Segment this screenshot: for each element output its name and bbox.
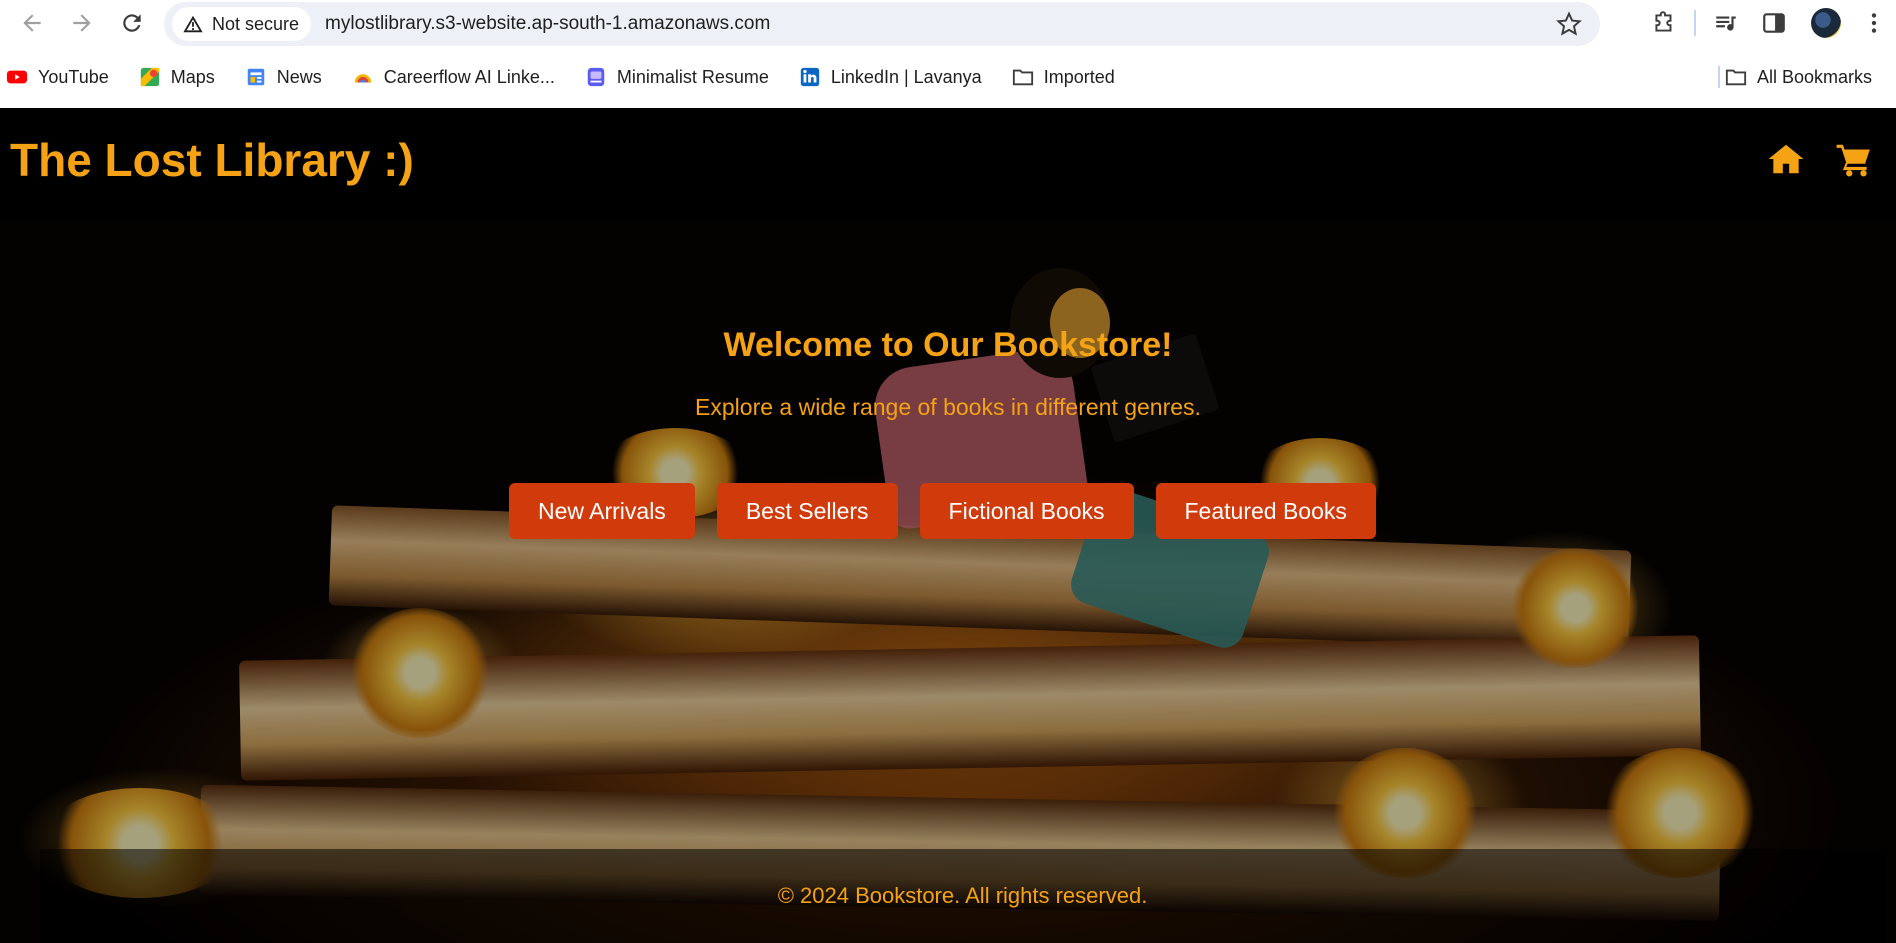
bookmark-careerflow[interactable]: Careerflow AI Linke...: [344, 59, 563, 95]
site-footer: © 2024 Bookstore. All rights reserved.: [40, 849, 1885, 943]
site-title[interactable]: The Lost Library :): [10, 133, 414, 187]
star-icon[interactable]: [1556, 11, 1582, 37]
all-bookmarks-label: All Bookmarks: [1756, 66, 1872, 87]
footer-copyright: © 2024 Bookstore. All rights reserved.: [777, 883, 1148, 908]
forward-button[interactable]: [62, 3, 102, 43]
bookmark-label: Maps: [170, 66, 215, 87]
bookmark-news[interactable]: News: [237, 59, 330, 95]
puzzle-icon: [1655, 11, 1672, 32]
all-bookmarks-button[interactable]: All Bookmarks: [1717, 59, 1880, 95]
kebab-menu-icon: [1871, 13, 1877, 33]
site-header: The Lost Library :): [0, 108, 1896, 223]
youtube-icon: [6, 66, 28, 88]
media-button[interactable]: [1704, 1, 1748, 45]
careerflow-icon: [352, 66, 374, 88]
hero-title: Welcome to Our Bookstore!: [723, 326, 1173, 364]
linkedin-icon: [799, 66, 821, 88]
maps-icon: [139, 66, 161, 88]
warning-icon: [183, 15, 203, 33]
reload-button[interactable]: [112, 3, 152, 43]
bookstore-page: The Lost Library :) Welcome to Our Books…: [0, 108, 1896, 943]
cart-icon[interactable]: [1834, 140, 1874, 178]
bookmark-youtube[interactable]: YouTube: [0, 59, 117, 95]
category-buttons: New Arrivals Best Sellers Fictional Book…: [509, 483, 1376, 539]
bookmark-minimalist-resume[interactable]: Minimalist Resume: [577, 59, 777, 95]
back-button[interactable]: [12, 3, 52, 43]
toolbar-separator: [1694, 10, 1696, 36]
folder-icon: [1725, 66, 1747, 88]
best-sellers-button[interactable]: Best Sellers: [716, 483, 898, 539]
arrow-right-icon: [73, 14, 91, 32]
bookmark-imported[interactable]: Imported: [1004, 59, 1123, 95]
browser-toolbar: Not secure mylostlibrary.s3-website.ap-s…: [0, 0, 1896, 46]
bookmark-label: YouTube: [38, 66, 109, 87]
profile-button[interactable]: [1804, 1, 1848, 45]
resume-icon: [585, 66, 607, 88]
featured-books-button[interactable]: Featured Books: [1155, 483, 1376, 539]
hero-subtitle: Explore a wide range of books in differe…: [695, 394, 1201, 420]
extensions-button[interactable]: [1642, 1, 1686, 45]
address-bar[interactable]: Not secure mylostlibrary.s3-website.ap-s…: [164, 2, 1600, 46]
avatar: [1811, 8, 1841, 38]
playlist-icon: [1716, 16, 1736, 31]
folder-icon: [1012, 66, 1034, 88]
bookmark-label: Careerflow AI Linke...: [383, 66, 555, 87]
side-panel-icon: [1763, 13, 1785, 33]
url-text[interactable]: mylostlibrary.s3-website.ap-south-1.amaz…: [325, 13, 770, 35]
new-arrivals-button[interactable]: New Arrivals: [509, 483, 695, 539]
bookmark-maps[interactable]: Maps: [131, 59, 223, 95]
security-chip[interactable]: Not secure: [172, 7, 312, 41]
bookmark-label: LinkedIn | Lavanya: [830, 66, 982, 87]
bookmark-label: Imported: [1043, 66, 1115, 87]
side-panel-button[interactable]: [1752, 1, 1796, 45]
menu-button[interactable]: [1852, 1, 1896, 45]
home-icon[interactable]: [1766, 140, 1806, 178]
security-label: Not secure: [212, 13, 300, 34]
bookmark-linkedin[interactable]: LinkedIn | Lavanya: [791, 59, 990, 95]
toolbar-right: [1642, 0, 1896, 46]
fictional-books-button[interactable]: Fictional Books: [919, 483, 1134, 539]
bookmarks-bar: YouTube Maps News Careerflow AI Linke...…: [0, 46, 1896, 108]
bookmark-label: News: [276, 66, 322, 87]
reload-icon: [123, 14, 141, 32]
arrow-left-icon: [23, 14, 41, 32]
news-icon: [245, 66, 267, 88]
bookmark-label: Minimalist Resume: [616, 66, 769, 87]
